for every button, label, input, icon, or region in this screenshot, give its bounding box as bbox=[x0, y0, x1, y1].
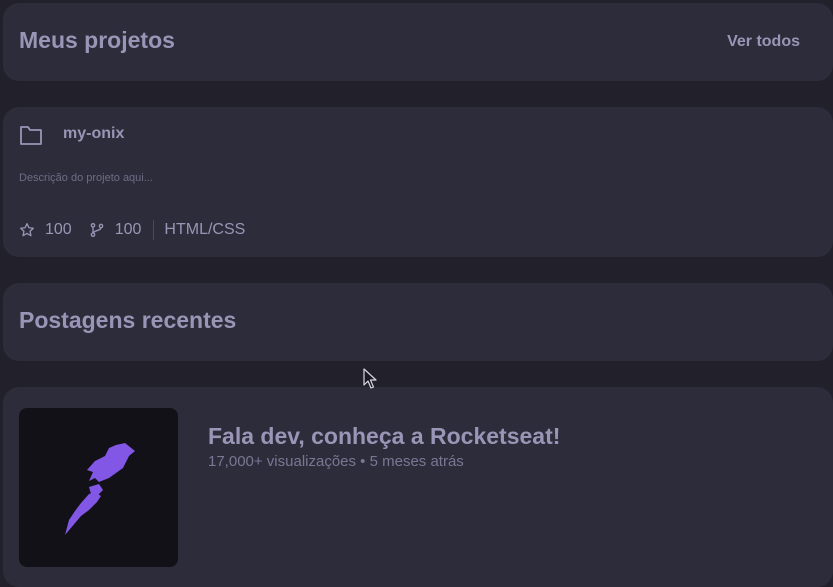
post-meta: 17,000+ visualizações • 5 meses atrás bbox=[208, 453, 464, 470]
project-description: Descrição do projeto aqui... bbox=[19, 172, 153, 184]
stars-stat: 100 bbox=[19, 221, 72, 239]
forks-count: 100 bbox=[114, 221, 142, 238]
git-branch-icon bbox=[90, 223, 104, 237]
post-title[interactable]: Fala dev, conheça a Rocketseat! bbox=[208, 423, 560, 450]
post-card[interactable]: Fala dev, conheça a Rocketseat! 17,000+ … bbox=[3, 387, 833, 587]
forks-stat: 100 bbox=[89, 221, 142, 239]
projects-section-title: Meus projetos bbox=[19, 27, 175, 53]
project-card[interactable]: my-onix Descrição do projeto aqui... 100… bbox=[3, 107, 833, 257]
project-name[interactable]: my-onix bbox=[63, 125, 124, 143]
stars-count: 100 bbox=[45, 221, 72, 238]
star-icon bbox=[20, 223, 34, 237]
project-language: HTML/CSS bbox=[164, 221, 246, 238]
stats-divider bbox=[153, 220, 155, 240]
post-thumbnail[interactable] bbox=[19, 408, 178, 567]
rocket-logo-icon bbox=[65, 443, 135, 535]
projects-header-card: Meus projetos Ver todos bbox=[3, 3, 833, 81]
folder-icon bbox=[20, 126, 42, 145]
mouse-cursor-icon bbox=[363, 368, 377, 389]
see-all-link[interactable]: Ver todos bbox=[727, 33, 800, 51]
posts-header-card: Postagens recentes bbox=[3, 283, 833, 361]
project-stats: 100 100 HTML/CSS bbox=[19, 220, 245, 240]
posts-section-title: Postagens recentes bbox=[19, 307, 237, 333]
